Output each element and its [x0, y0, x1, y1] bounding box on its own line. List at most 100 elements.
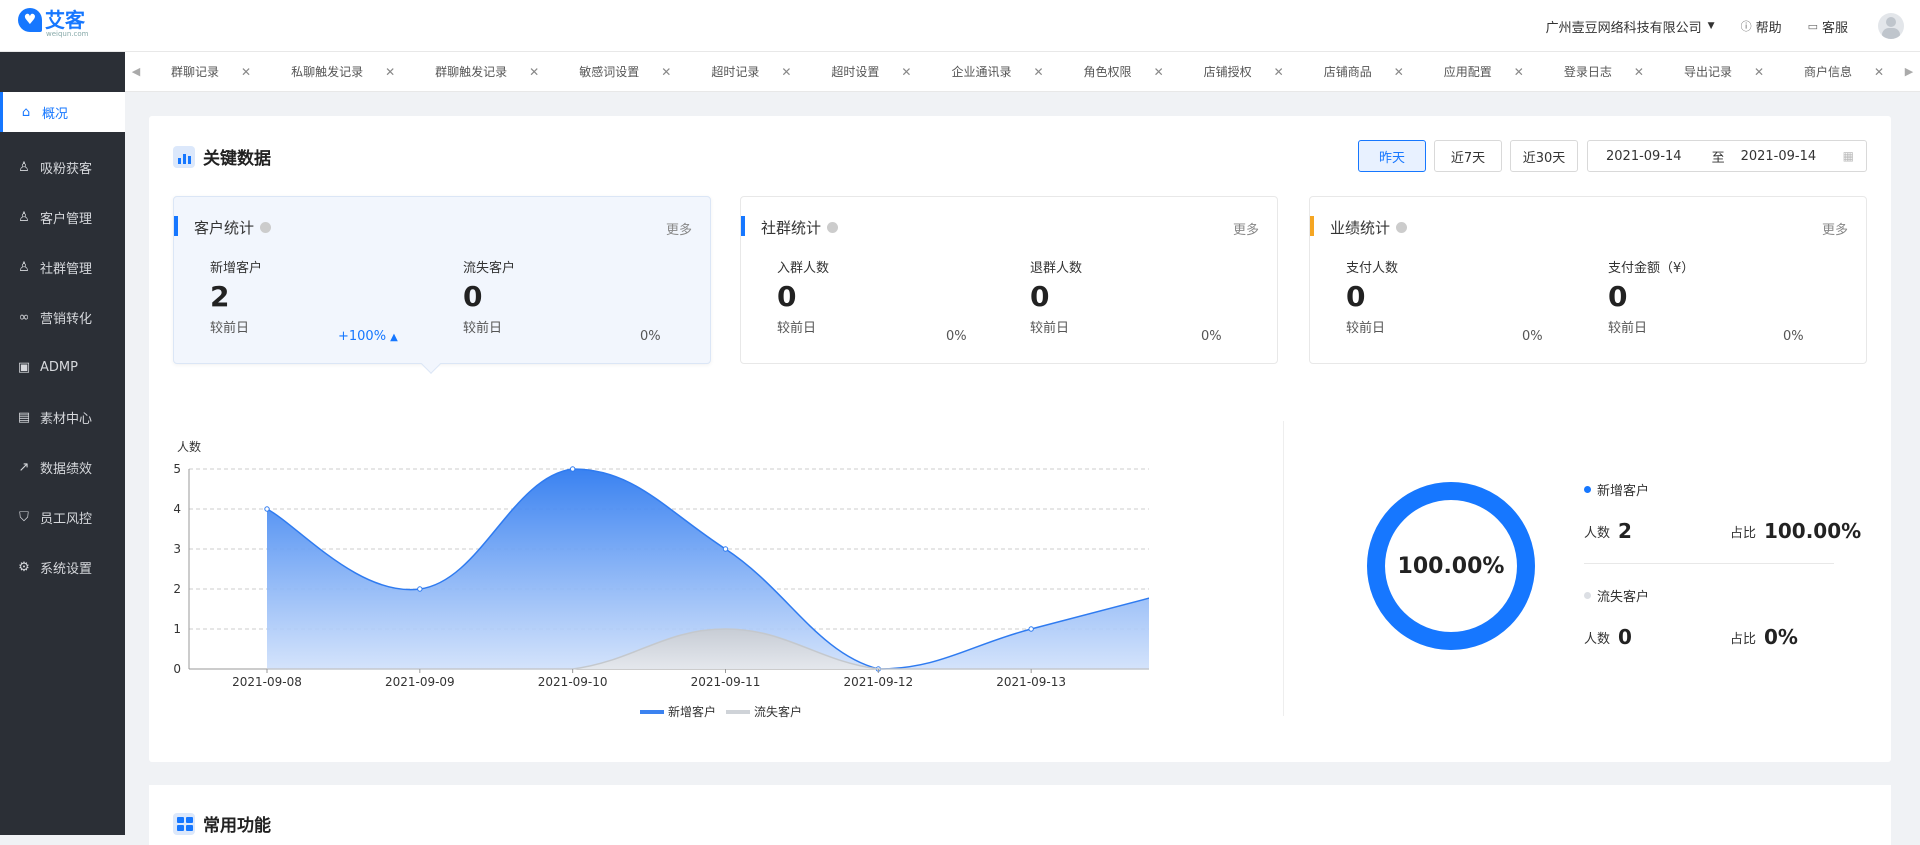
sidebar-item-label: 素材中心 — [40, 411, 93, 427]
close-icon[interactable]: ✕ — [385, 65, 395, 79]
close-icon[interactable]: ✕ — [901, 65, 911, 79]
tab-item[interactable]: 超时设置 ✕ — [807, 52, 927, 92]
pie-legend-lost: 流失客户 人数 0 占比 0% — [1584, 586, 1798, 649]
legend-divider — [1584, 563, 1834, 564]
more-link[interactable]: 更多 — [666, 219, 692, 238]
sidebar-item-admp[interactable]: ▣ ADMP — [0, 342, 125, 392]
sidebar-item-label: ADMP — [40, 359, 78, 375]
sidebar-item-settings[interactable]: ⚙ 系统设置 — [0, 542, 125, 592]
gear-icon: ⚙ — [18, 559, 30, 575]
tab-item[interactable]: 店铺授权 ✕ — [1180, 52, 1300, 92]
metric-payers: 支付人数 0 较前日 — [1346, 261, 1399, 336]
range-yesterday-button[interactable]: 昨天 — [1358, 140, 1426, 172]
data-point — [722, 546, 729, 552]
sidebar-item-overview[interactable]: ⌂ 概况 — [0, 92, 125, 132]
date-range-picker[interactable]: 2021-09-14 至 2021-09-14 ▦ — [1587, 140, 1867, 172]
sidebar-item-groups[interactable]: ♙ 社群管理 — [0, 242, 125, 292]
tab-list: 群聊记录 ✕ 私聊触发记录 ✕ 群聊触发记录 ✕ 敏感词设置 ✕ 超时记录 ✕ 超时设置 ✕ 企业通讯录… — [147, 52, 1898, 92]
card-accent-bar — [1310, 216, 1314, 236]
range-7days-button[interactable]: 近7天 — [1434, 140, 1502, 172]
share-value: 0% — [1763, 625, 1798, 649]
help-link[interactable]: ⓘ 帮助 — [1741, 17, 1782, 36]
tab-item[interactable]: 角色权限 ✕ — [1060, 52, 1180, 92]
tab-item[interactable]: 敏感词设置 ✕ — [555, 52, 687, 92]
close-icon[interactable]: ✕ — [241, 65, 251, 79]
legend-new-customers[interactable]: 新增客户 — [668, 703, 716, 720]
box-icon: ▤ — [17, 409, 31, 425]
customer-share-donut: 100.00% — [1367, 482, 1535, 650]
close-icon[interactable]: ✕ — [661, 65, 671, 79]
donut-center-label: 100.00% — [1398, 554, 1505, 579]
legend-name: 流失客户 — [1597, 590, 1650, 605]
grid-icon — [173, 812, 195, 835]
more-link[interactable]: 更多 — [1233, 219, 1259, 238]
sidebar-item-risk[interactable]: ⛉ 员工风控 — [0, 492, 125, 542]
tab-item[interactable]: 超时记录 ✕ — [687, 52, 807, 92]
more-link[interactable]: 更多 — [1822, 219, 1848, 238]
close-icon[interactable]: ✕ — [1754, 65, 1764, 79]
customer-trend-chart: 2021-09-08 2021-09-09 2021-09-10 2021-09-11… — [173, 439, 1149, 689]
tab-scroll-left-icon[interactable]: ◀ — [125, 65, 147, 78]
customer-stats-card[interactable]: 客户统计 更多 新增客户 2 较前日 +100% ▲ 流失客户 0 较前日 0% — [173, 196, 711, 374]
tab-item[interactable]: 登录日志 ✕ — [1540, 52, 1660, 92]
chat-icon: ▭ — [1807, 19, 1818, 33]
tab-label: 企业通讯录 — [951, 65, 1012, 79]
close-icon[interactable]: ✕ — [781, 65, 791, 79]
tab-item[interactable]: 店铺商品 ✕ — [1300, 52, 1420, 92]
tab-label: 登录日志 — [1563, 65, 1612, 79]
tab-item[interactable]: 企业通讯录 ✕ — [927, 52, 1059, 92]
sidebar-item-label: 数据绩效 — [40, 461, 93, 477]
logo[interactable]: ♥ 艾客 weiqun.com — [18, 8, 88, 38]
close-icon[interactable]: ✕ — [1154, 65, 1164, 79]
help-label: 帮助 — [1755, 20, 1782, 36]
shield-icon: ⛉ — [19, 509, 29, 525]
close-icon[interactable]: ✕ — [1514, 65, 1524, 79]
tab-item[interactable]: 私聊触发记录 ✕ — [267, 52, 411, 92]
tab-item[interactable]: 应用配置 ✕ — [1420, 52, 1540, 92]
card-title: 客户统计 — [194, 217, 272, 238]
close-icon[interactable]: ✕ — [1274, 65, 1284, 79]
sidebar-item-label: 客户管理 — [40, 211, 93, 227]
close-icon[interactable]: ✕ — [1394, 65, 1404, 79]
close-icon[interactable]: ✕ — [1033, 65, 1043, 79]
sidebar-item-materials[interactable]: ▤ 素材中心 — [0, 392, 125, 442]
tab-item[interactable]: 群聊触发记录 ✕ — [411, 52, 555, 92]
sidebar-item-label: 社群管理 — [40, 261, 93, 277]
data-point — [264, 506, 270, 512]
service-link[interactable]: ▭ 客服 — [1808, 17, 1848, 36]
close-icon[interactable]: ✕ — [1634, 65, 1644, 79]
close-icon[interactable]: ✕ — [529, 65, 539, 79]
tab-label: 导出记录 — [1683, 65, 1732, 79]
tab-label: 群聊触发记录 — [435, 65, 508, 79]
sidebar-item-customers[interactable]: ♙ 客户管理 — [0, 192, 125, 242]
sidebar-item-performance[interactable]: ↗ 数据绩效 — [0, 442, 125, 492]
avatar[interactable] — [1878, 13, 1904, 39]
pct-value: 0% — [946, 329, 967, 344]
group-stats-card[interactable]: 社群统计 更多 入群人数 0 较前日 0% 退群人数 0 较前日 0% — [740, 196, 1278, 364]
service-label: 客服 — [1821, 20, 1848, 36]
tab-item[interactable]: 商户信息 ✕ — [1780, 52, 1898, 92]
sidebar: ⌂ 概况 ♙ 吸粉获客 ♙ 客户管理 ♙ 社群管理 ∞ 营销转化 ▣ ADMP … — [0, 52, 125, 835]
sidebar-item-acquire[interactable]: ♙ 吸粉获客 — [0, 142, 125, 192]
sidebar-item-marketing[interactable]: ∞ 营销转化 — [0, 292, 125, 342]
trend-icon: ↗ — [18, 459, 30, 475]
tab-item[interactable]: 导出记录 ✕ — [1660, 52, 1780, 92]
range-30days-button[interactable]: 近30天 — [1510, 140, 1578, 172]
divider — [1283, 421, 1284, 716]
x-tick-label: 2021-09-13 — [996, 675, 1066, 689]
tab-item[interactable]: 群聊记录 ✕ — [147, 52, 267, 92]
close-icon[interactable]: ✕ — [1874, 65, 1884, 79]
data-point — [417, 586, 423, 592]
sidebar-item-label: 吸粉获客 — [40, 161, 93, 177]
performance-stats-card[interactable]: 业绩统计 更多 支付人数 0 较前日 0% 支付金额（¥） 0 较前日 0% — [1309, 196, 1867, 364]
legend-name: 新增客户 — [1597, 484, 1650, 499]
x-tick-label: 2021-09-09 — [385, 675, 455, 689]
tab-scroll-right-icon[interactable]: ▶ — [1898, 65, 1920, 78]
date-start: 2021-09-14 — [1606, 148, 1682, 164]
company-selector[interactable]: 广州壹豆网络科技有限公司 ▼ — [1546, 17, 1715, 36]
help-dot-icon — [827, 222, 839, 233]
pct-up: +100% ▲ — [338, 329, 398, 344]
legend-dot — [1584, 486, 1591, 493]
users-icon: ♙ — [18, 209, 30, 225]
legend-lost-customers[interactable]: 流失客户 — [754, 703, 802, 720]
